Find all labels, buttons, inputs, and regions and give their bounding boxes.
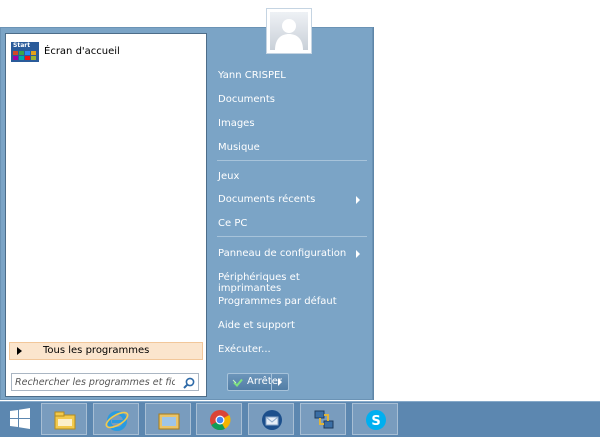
taskbar-skype[interactable]: S xyxy=(352,403,398,435)
start-menu-left-pane: Start Écran d'accueil Tous les programme… xyxy=(5,33,207,397)
right-item-this-pc[interactable]: Ce PC xyxy=(212,214,366,234)
start-button[interactable] xyxy=(6,406,36,434)
taskbar-file-explorer[interactable] xyxy=(41,403,87,435)
triangle-right-icon xyxy=(17,347,22,355)
chrome-icon xyxy=(210,410,231,431)
skype-icon: S xyxy=(366,410,386,430)
right-item-games[interactable]: Jeux xyxy=(212,167,366,187)
triangle-right-icon xyxy=(278,378,282,386)
svg-text:S: S xyxy=(371,414,380,429)
all-programs-button[interactable]: Tous les programmes xyxy=(9,342,203,360)
taskbar-chrome[interactable] xyxy=(196,403,242,435)
right-item-images[interactable]: Images xyxy=(212,114,366,134)
user-avatar[interactable] xyxy=(266,8,312,54)
search-input[interactable] xyxy=(15,375,175,389)
search-button[interactable] xyxy=(182,375,197,389)
search-icon xyxy=(183,377,195,389)
folder-icon xyxy=(158,413,180,430)
separator xyxy=(217,160,367,161)
network-icon xyxy=(314,410,334,429)
separator xyxy=(217,236,367,237)
submenu-arrow-icon xyxy=(356,196,360,204)
start-screen-tile-icon: Start xyxy=(11,42,39,62)
shutdown-icon xyxy=(232,378,243,387)
taskbar-network[interactable] xyxy=(300,403,346,435)
user-silhouette-icon xyxy=(275,19,303,50)
right-item-run[interactable]: Exécuter... xyxy=(212,340,366,360)
right-item-help-support[interactable]: Aide et support xyxy=(212,316,366,336)
right-item-devices-printers[interactable]: Périphériques et imprimantes xyxy=(212,268,366,294)
taskbar-folder[interactable] xyxy=(145,403,191,435)
right-item-music[interactable]: Musique xyxy=(212,138,366,158)
submenu-arrow-icon xyxy=(356,250,360,258)
internet-explorer-icon xyxy=(105,411,129,431)
right-item-documents[interactable]: Documents xyxy=(212,90,366,110)
search-box xyxy=(11,373,199,391)
user-name: Yann CRISPEL xyxy=(218,70,286,81)
right-item-default-programs[interactable]: Programmes par défaut xyxy=(212,292,366,312)
right-item-recent-documents[interactable]: Documents récents xyxy=(212,190,366,210)
taskbar-internet-explorer[interactable] xyxy=(93,403,139,435)
shutdown-options-button[interactable] xyxy=(271,373,289,391)
windows-logo-icon xyxy=(10,408,30,429)
pinned-item-label: Écran d'accueil xyxy=(44,46,120,57)
right-item-control-panel[interactable]: Panneau de configuration xyxy=(212,244,366,264)
taskbar-thunderbird[interactable] xyxy=(248,403,294,435)
taskbar: S xyxy=(0,401,600,437)
right-item-user[interactable]: Yann CRISPEL xyxy=(212,66,366,86)
all-programs-label: Tous les programmes xyxy=(43,345,150,356)
pinned-item-start-screen[interactable]: Start Écran d'accueil xyxy=(9,40,203,64)
thunderbird-icon xyxy=(262,410,282,430)
file-explorer-icon xyxy=(54,411,76,430)
